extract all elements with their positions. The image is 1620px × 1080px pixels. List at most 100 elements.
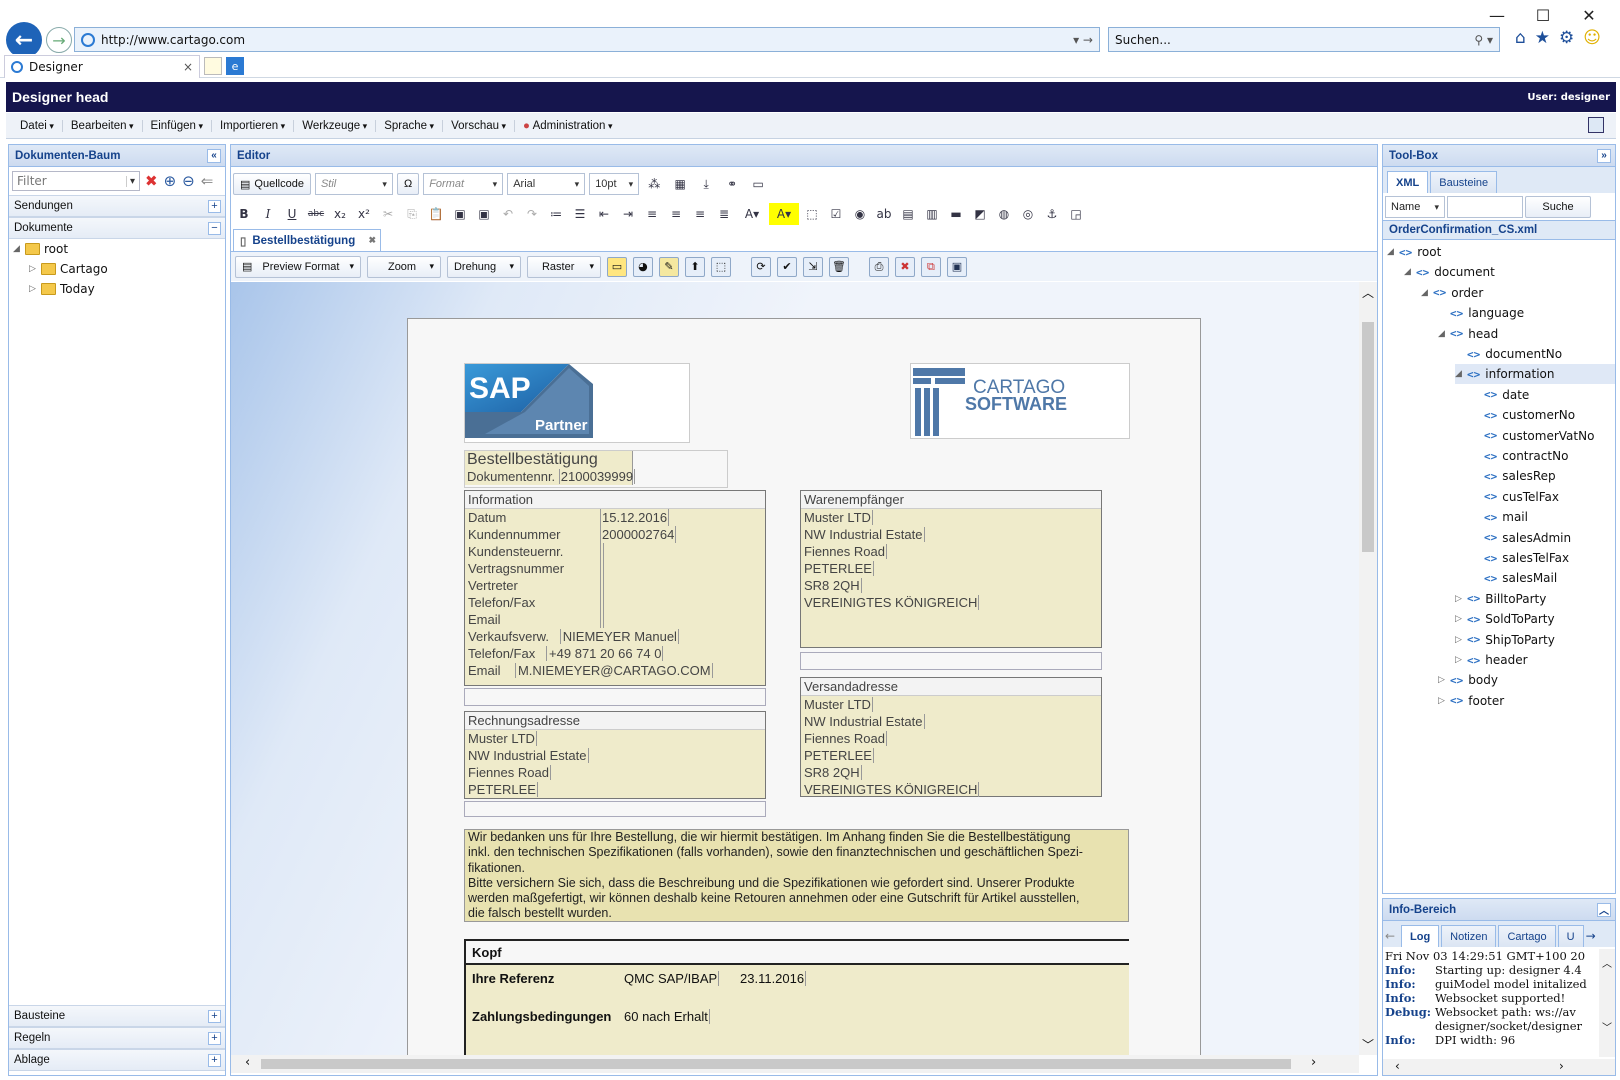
- cut-icon[interactable]: ✂: [377, 203, 399, 225]
- help-icon[interactable]: [1588, 117, 1604, 133]
- move-icon[interactable]: ⬆: [684, 256, 705, 277]
- menu-importieren[interactable]: Importieren: [212, 119, 295, 132]
- xml-node-documentNo[interactable]: <> documentNo: [1455, 344, 1562, 364]
- preview-format-button[interactable]: ▤ Preview Format ▾: [235, 255, 361, 278]
- bill-to-box[interactable]: Rechnungsadresse Muster LTD NW Industrial…: [464, 711, 766, 799]
- editor-vertical-scrollbar[interactable]: ︿ ﹀: [1359, 282, 1377, 1055]
- favorites-star-icon[interactable]: ★: [1535, 28, 1550, 48]
- paste-text-icon[interactable]: ▣: [449, 203, 471, 225]
- scroll-left-icon[interactable]: ‹: [1395, 1059, 1400, 1073]
- forward-button[interactable]: →: [46, 27, 72, 53]
- delete-filter-icon[interactable]: ✖: [145, 172, 158, 190]
- scroll-down-icon[interactable]: ﹀: [1362, 1036, 1374, 1053]
- horizontal-line-icon[interactable]: ▭: [747, 173, 769, 195]
- copy-icon[interactable]: ⎘: [401, 203, 423, 225]
- search-icon[interactable]: ⚲ ▾: [1474, 33, 1493, 47]
- collapsed-triangle-icon[interactable]: ▷: [1438, 696, 1450, 706]
- print-preview-icon[interactable]: ⎙: [868, 256, 889, 277]
- tab-close-icon[interactable]: ✖: [368, 235, 376, 246]
- xml-node-date[interactable]: <> date: [1472, 385, 1529, 405]
- expand-icon[interactable]: +: [208, 199, 221, 213]
- browser-search-input[interactable]: Suchen... ⚲ ▾: [1108, 27, 1500, 52]
- collapse-info-icon[interactable]: ︿: [1597, 902, 1611, 917]
- collapsed-triangle-icon[interactable]: ▷: [1455, 655, 1467, 665]
- underline-icon[interactable]: U: [281, 203, 303, 225]
- xml-node-header[interactable]: ▷ <> header: [1455, 650, 1528, 670]
- collapsed-triangle-icon[interactable]: ▷: [1438, 675, 1450, 685]
- align-center-icon[interactable]: ≡: [665, 203, 687, 225]
- xml-node-root[interactable]: ◢ <> root: [1387, 242, 1441, 262]
- expand-all-icon[interactable]: ⊕: [164, 172, 177, 190]
- section-dokumente[interactable]: Dokumente −: [9, 217, 225, 239]
- trash-icon[interactable]: 🗑: [828, 256, 849, 277]
- section-sendungen[interactable]: Sendungen +: [9, 195, 225, 217]
- select-icon[interactable]: ▥: [921, 203, 943, 225]
- image-icon[interactable]: ◲: [1065, 203, 1087, 225]
- superscript-icon[interactable]: x²: [353, 203, 375, 225]
- scroll-down-icon[interactable]: ﹀: [1602, 1019, 1612, 1034]
- layers-icon[interactable]: ◕: [632, 256, 653, 277]
- xml-node-head[interactable]: ◢ <> head: [1438, 324, 1498, 344]
- minimize-icon[interactable]: —: [1474, 2, 1520, 28]
- scroll-left-icon[interactable]: ‹: [245, 1055, 250, 1070]
- thank-you-text[interactable]: Wir bedanken uns für Ihre Bestellung, di…: [464, 829, 1129, 922]
- xml-node-customerVatNo[interactable]: <> customerVatNo: [1472, 426, 1594, 446]
- undo-icon[interactable]: ↶: [497, 203, 519, 225]
- search-button[interactable]: Suche: [1525, 196, 1591, 218]
- xml-node-body[interactable]: ▷ <> body: [1438, 670, 1498, 690]
- expand-icon[interactable]: +: [208, 1031, 221, 1045]
- ship-address-box[interactable]: Versandadresse Muster LTD NW Industrial E…: [800, 677, 1102, 797]
- home-icon[interactable]: ⌂: [1515, 28, 1526, 48]
- log-horizontal-scrollbar[interactable]: ‹ ›: [1383, 1059, 1615, 1075]
- section-bausteine[interactable]: Bausteine +: [9, 1005, 225, 1027]
- textfield-icon[interactable]: ab: [873, 203, 895, 225]
- xml-node-BilltoParty[interactable]: ▷ <> BilltoParty: [1455, 589, 1546, 609]
- xml-node-cusTelFax[interactable]: <> cusTelFax: [1472, 487, 1559, 507]
- menu-vorschau[interactable]: Vorschau: [443, 119, 516, 132]
- table-icon[interactable]: ▦: [669, 173, 691, 195]
- close-icon[interactable]: ✕: [1566, 2, 1612, 28]
- collapsed-triangle-icon[interactable]: ▷: [1455, 635, 1467, 645]
- xml-node-customerNo[interactable]: <> customerNo: [1472, 405, 1575, 425]
- scroll-up-icon[interactable]: ︿: [1362, 284, 1374, 301]
- expanded-triangle-icon[interactable]: ◢: [1421, 288, 1433, 298]
- xml-node-salesRep[interactable]: <> salesRep: [1472, 466, 1556, 486]
- section-ablage[interactable]: Ablage +: [9, 1049, 225, 1071]
- check-icon[interactable]: ✔: [776, 256, 797, 277]
- edit-note-icon[interactable]: ✎: [658, 256, 679, 277]
- format-combo[interactable]: Format ▾: [423, 173, 504, 195]
- background-color-icon[interactable]: A▾: [769, 203, 799, 225]
- scrollbar-thumb[interactable]: [261, 1059, 1291, 1069]
- tab-bestellbestaetigung[interactable]: ▯ Bestellbestätigung ✖: [233, 229, 381, 251]
- filter-dropdown-icon[interactable]: ▾: [125, 175, 135, 187]
- indent-icon[interactable]: ⇥: [617, 203, 639, 225]
- subscript-icon[interactable]: x₂: [329, 203, 351, 225]
- menu-datei[interactable]: Datei: [12, 119, 63, 132]
- collapse-all-icon[interactable]: ⊖: [182, 172, 195, 190]
- section-regeln[interactable]: Regeln +: [9, 1027, 225, 1049]
- textarea-icon[interactable]: ▤: [897, 203, 919, 225]
- back-arrow-icon[interactable]: ⇐: [201, 172, 214, 190]
- paste-icon[interactable]: 📋: [425, 203, 447, 225]
- kopf-section[interactable]: Kopf Ihre Referenz QMC SAP/IBAP 23.11.20…: [464, 939, 1129, 1055]
- tab-u[interactable]: U: [1557, 925, 1584, 947]
- xml-node-mail[interactable]: <> mail: [1472, 507, 1528, 527]
- tree-item-today[interactable]: ▷ Today: [29, 279, 95, 299]
- browser-tab-designer[interactable]: Designer ×: [4, 55, 200, 78]
- field-icon[interactable]: ⬚: [801, 203, 823, 225]
- collapsed-triangle-icon[interactable]: ▷: [1455, 594, 1467, 604]
- tab-bausteine[interactable]: Bausteine: [1430, 171, 1498, 193]
- show-blocks-icon[interactable]: ⁂: [643, 173, 665, 195]
- link-icon[interactable]: ⚭: [721, 173, 743, 195]
- font-combo[interactable]: Arial ▾: [507, 173, 586, 195]
- scroll-right-icon[interactable]: ›: [1559, 1059, 1564, 1073]
- xml-node-salesTelFax[interactable]: <> salesTelFax: [1472, 548, 1569, 568]
- menu-werkzeuge[interactable]: Werkzeuge: [294, 119, 377, 132]
- back-button[interactable]: ←: [6, 22, 42, 58]
- collapse-left-icon[interactable]: «: [207, 148, 221, 163]
- scrollbar-thumb[interactable]: [1362, 322, 1374, 552]
- expanded-triangle-icon[interactable]: ◢: [1455, 369, 1467, 379]
- save-icon[interactable]: ▣: [946, 256, 967, 277]
- filter-input[interactable]: Filter ▾: [12, 171, 140, 191]
- source-code-button[interactable]: ▤ Quellcode: [233, 173, 311, 195]
